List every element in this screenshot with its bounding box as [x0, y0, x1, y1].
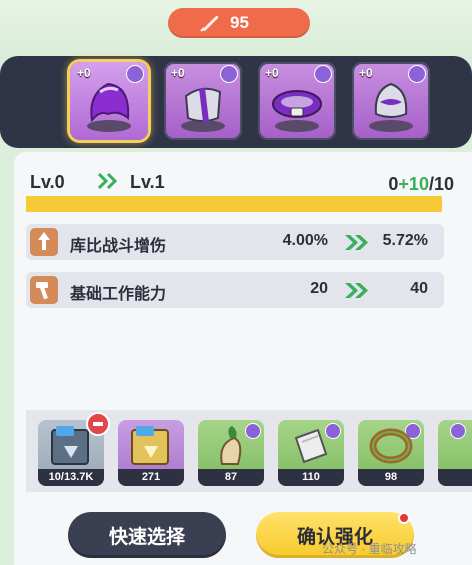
stat-to: 5.72%: [382, 232, 428, 249]
hammer-icon: [30, 276, 58, 304]
material-count: 110: [278, 469, 344, 486]
stat-name: 库比战斗增伤: [70, 238, 167, 255]
belt-icon: [272, 90, 322, 132]
exp-counter: 0+10/10: [388, 174, 454, 195]
notification-dot: [398, 512, 410, 524]
bandage-icon: [294, 428, 328, 464]
exp-progress-bar: [26, 196, 442, 212]
material-bandage[interactable]: 110: [278, 420, 344, 486]
stat-row-damage: 库比战斗增伤 4.00% 5.72%: [26, 224, 444, 260]
mask-icon: [369, 82, 413, 132]
double-chevron-icon: [345, 235, 368, 250]
material-partial[interactable]: [438, 420, 472, 486]
stat-from: 4.00%: [282, 232, 328, 249]
quick-select-button[interactable]: 快速选择: [68, 512, 226, 558]
remove-material-button[interactable]: [86, 412, 110, 436]
material-count: 98: [358, 469, 424, 486]
enhance-panel: [14, 152, 472, 565]
equip-slot-armor[interactable]: +0: [164, 62, 242, 140]
quill-icon: [200, 15, 219, 32]
watermark: 公众号 · 重临攻略: [322, 542, 417, 556]
helmet-icon: [87, 82, 131, 132]
material-count: [438, 469, 472, 486]
currency-pill: 95: [168, 8, 310, 38]
material-exp-book-purple[interactable]: 271: [118, 420, 184, 486]
material-count: 271: [118, 469, 184, 486]
exp-book-icon: [131, 426, 169, 465]
material-carrot[interactable]: 87: [198, 420, 264, 486]
material-ring[interactable]: 98: [358, 420, 424, 486]
exp-current: 0: [388, 174, 399, 194]
double-chevron-icon: [98, 173, 118, 189]
stat-to: 40: [410, 280, 428, 297]
material-count: 10/13.7K: [38, 469, 104, 486]
equip-slot-mask[interactable]: +0: [352, 62, 430, 140]
equip-slot-belt[interactable]: +0: [258, 62, 336, 140]
exp-progress-fill: [26, 196, 442, 212]
double-chevron-icon: [345, 283, 368, 298]
ring-icon: [369, 428, 413, 464]
stat-row-work: 基础工作能力 20 40: [26, 272, 444, 308]
armor-icon: [181, 87, 225, 132]
currency-value: 95: [230, 13, 249, 32]
next-level: Lv.1: [130, 172, 165, 192]
exp-max: /10: [428, 174, 454, 194]
element-flame-icon: [450, 423, 466, 439]
equipment-strip: +0 +0 +0 +0: [0, 56, 472, 148]
current-level: Lv.0: [30, 172, 65, 192]
carrot-icon: [220, 426, 242, 465]
damage-up-icon: [30, 228, 58, 256]
stat-name: 基础工作能力: [70, 286, 167, 303]
material-count: 87: [198, 469, 264, 486]
exp-gain: +10: [398, 174, 429, 194]
equip-slot-helmet[interactable]: +0: [70, 62, 148, 140]
stat-from: 20: [310, 280, 328, 297]
